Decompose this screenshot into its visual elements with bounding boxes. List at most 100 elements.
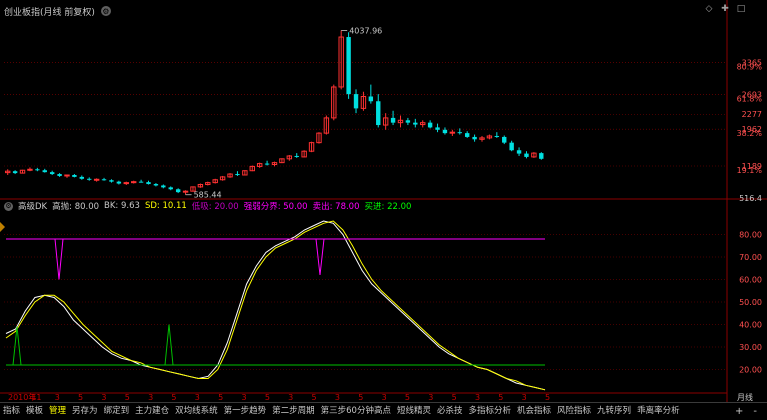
candle-body-59 [442,129,448,134]
crosshair-icon[interactable]: ✚ [719,4,731,14]
time-label-18: 3 [428,393,433,402]
ind-axis-label-0: 80.00 [739,231,762,240]
tab-6[interactable]: 双均线系统 [172,404,221,419]
time-label-15: 5 [358,393,363,402]
tab-7[interactable]: 第一步趋势 [221,404,270,419]
candle-body-70 [524,153,529,157]
time-label-9: 5 [218,393,223,402]
time-label-3: 5 [78,393,83,402]
candle-body-3 [27,168,33,171]
time-label-21: 5 [498,393,503,402]
tab-4[interactable]: 绑定到 [101,404,133,419]
candle-body-14 [109,180,114,182]
param-sd: SD: 10.11 [144,201,187,211]
candle-body-68 [509,142,514,151]
time-label-12: 3 [288,393,293,402]
candle-body-46 [346,37,351,95]
price-axis-label-3: 61.8% [737,94,763,103]
candle-body-58 [435,127,440,130]
zoom-controls: + - [735,406,767,417]
candle-body-5 [42,170,47,173]
time-label-8: 3 [195,393,200,402]
tab-8[interactable]: 第二步周期 [269,404,318,419]
price-axis-label-6: 38.2% [737,129,763,138]
time-label-6: 3 [148,393,153,402]
settings-gear-icon[interactable]: ⚙ [100,6,111,16]
param-divider: 强弱分界: 50.00 [243,202,308,212]
tab-1[interactable]: 模板 [23,404,46,419]
ind-axis-label-2: 60.00 [739,276,762,285]
diamond-icon[interactable]: ◇ [703,4,715,14]
tab-11[interactable]: 必杀技 [434,404,466,419]
tab-12[interactable]: 多指标分析 [466,404,515,419]
maximize-icon[interactable]: □ [735,4,747,14]
indicator-name: 高级DK [18,202,48,212]
indicator-header: ⚙ 高级DK 高抛: 80.00 BK: 9.63 SD: 10.11 低吸: … [4,200,411,212]
time-label-22: 3 [522,393,527,402]
ind-axis-label-4: 40.00 [739,321,762,330]
window-controls: ◇ ✚ □ [703,4,747,14]
candle-body-49 [368,96,374,102]
time-label-17: 5 [405,393,410,402]
candle-body-55 [413,122,418,125]
candle-body-50 [376,101,381,126]
time-label-1: 11 [31,393,41,402]
price-axis-label-9: 516.4 [739,194,762,203]
candle-body-11 [87,178,92,180]
candle-body-12 [93,178,100,181]
chart-header: 创业板指(月线 前复权) ⚙ [4,4,111,18]
time-label-20: 3 [475,393,480,402]
candle-body-35 [264,163,270,165]
candle-body-21 [161,185,166,188]
zoom-in-button[interactable]: + [735,406,743,417]
candle-body-72 [539,153,544,159]
tab-5[interactable]: 主力建仓 [132,404,172,419]
tab-13[interactable]: 机会指标 [514,404,554,419]
time-label-7: 5 [171,393,176,402]
time-label-13: 5 [312,393,317,402]
candle-body-1 [12,171,18,174]
candle-body-23 [175,189,181,193]
candle-body-13 [101,179,107,181]
candle-body-6 [49,172,55,175]
candle-body-8 [64,174,70,177]
candle-body-62 [464,133,470,137]
candle-body-47 [353,94,359,109]
tab-2[interactable]: 管理 [46,404,69,419]
tab-10[interactable]: 短线精灵 [394,404,434,419]
tab-9[interactable]: 第三步60分钟高点 [318,404,394,419]
tab-3[interactable]: 另存为 [69,404,101,419]
candle-body-19 [146,182,151,185]
tab-15[interactable]: 九转序列 [594,404,634,419]
param-bk: BK: 9.63 [104,201,140,211]
high-price-label: 4037.96 [349,26,382,35]
time-label-14: 3 [335,393,340,402]
time-label-2: 3 [55,393,60,402]
tab-14[interactable]: 风险指标 [554,404,594,419]
candle-body-69 [516,150,522,154]
candle-body-61 [457,132,462,134]
candle-body-9 [72,174,77,177]
chart-title: 创业板指(月线 前复权) [4,7,95,18]
price-axis-label-8: 19.1% [737,166,763,175]
panel-collapse-handle[interactable] [0,222,5,232]
low-price-label: 585.44 [194,191,222,200]
tab-16[interactable]: 乖离率分析 [634,404,683,419]
time-label-5: 5 [125,393,130,402]
ind-axis-label-3: 50.00 [739,298,762,307]
candle-body-10 [79,176,85,179]
tab-0[interactable]: 指标 [0,404,23,419]
candle-body-4 [35,169,40,171]
candle-body-20 [153,184,159,186]
candle-body-16 [123,182,129,185]
indicator-gear-icon[interactable]: ⚙ [4,201,13,211]
time-label-11: 5 [265,393,270,402]
param-sell: 卖出: 78.00 [312,202,360,212]
zoom-out-button[interactable]: - [753,406,757,417]
price-axis-label-4: 2277 [742,110,762,119]
candle-body-15 [116,181,122,184]
ind-axis-label-6: 20.00 [739,366,762,375]
param-buy: 买进: 22.00 [364,202,412,212]
candle-body-57 [427,122,433,128]
param-high-sell: 高抛: 80.00 [52,202,100,212]
